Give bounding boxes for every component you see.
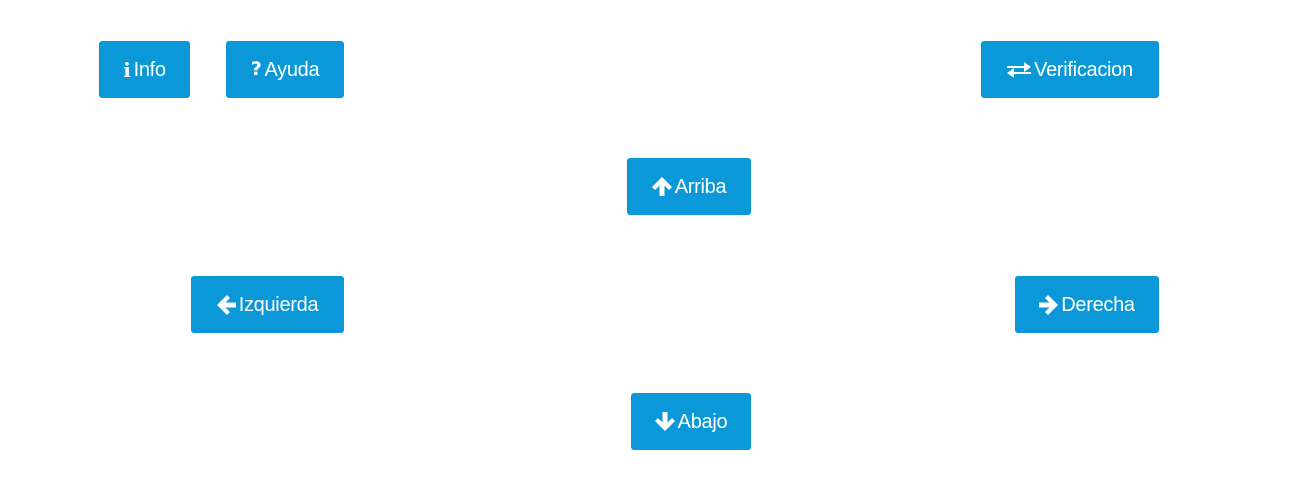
arrow-right-icon — [1039, 294, 1059, 315]
up-button-label: Arriba — [674, 175, 727, 198]
up-button[interactable]: Arriba — [627, 158, 751, 215]
left-button-label: Izquierda — [238, 293, 319, 316]
left-button[interactable]: Izquierda — [191, 276, 344, 333]
exchange-icon — [1007, 61, 1032, 79]
arrow-down-icon — [654, 412, 675, 431]
question-icon: ? — [250, 58, 262, 80]
arrow-up-icon — [651, 177, 672, 196]
help-button-label: Ayuda — [264, 58, 320, 81]
info-button-label: Info — [133, 58, 166, 81]
verification-button-label: Verificacion — [1034, 58, 1133, 81]
info-button[interactable]: i Info — [99, 41, 190, 98]
help-button[interactable]: ? Ayuda — [226, 41, 344, 98]
verification-button[interactable]: Verificacion — [981, 41, 1159, 98]
down-button[interactable]: Abajo — [631, 393, 751, 450]
arrow-left-icon — [216, 294, 236, 315]
right-button-label: Derecha — [1061, 293, 1135, 316]
right-button[interactable]: Derecha — [1015, 276, 1159, 333]
down-button-label: Abajo — [677, 410, 728, 433]
info-icon: i — [123, 57, 131, 82]
